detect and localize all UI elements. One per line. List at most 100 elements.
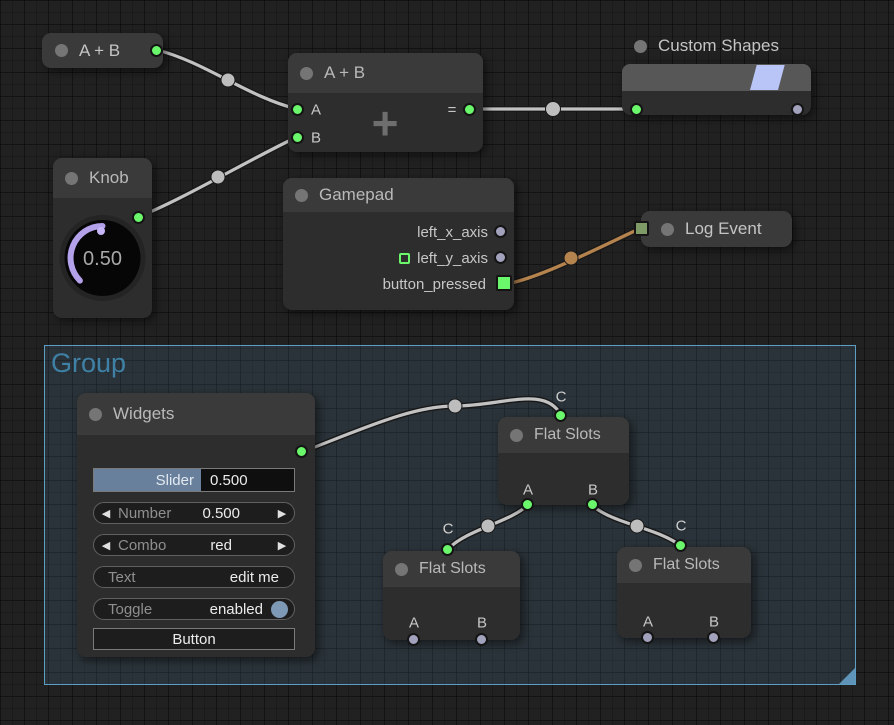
output-label-b: B bbox=[588, 482, 598, 499]
input-slot-c[interactable] bbox=[441, 543, 454, 556]
node-knob[interactable]: Knob 0.50 bbox=[53, 158, 152, 318]
output-slot[interactable] bbox=[150, 44, 163, 57]
input-label-c: C bbox=[676, 518, 687, 535]
output-slot-a[interactable] bbox=[521, 498, 534, 511]
output-slot[interactable] bbox=[494, 251, 507, 264]
output-slot[interactable] bbox=[463, 103, 476, 116]
output-slot[interactable] bbox=[791, 103, 804, 116]
node-add[interactable]: A + B A B + = bbox=[288, 53, 483, 152]
node-flat-slots-top[interactable]: Flat Slots A B bbox=[498, 417, 629, 505]
knob-marker-icon bbox=[97, 227, 105, 235]
number-widget[interactable]: ◀ Number 0.500 ▶ bbox=[93, 502, 295, 524]
text-widget[interactable]: Text edit me bbox=[93, 566, 295, 588]
collapse-toggle-icon[interactable] bbox=[629, 559, 642, 572]
node-title: Knob bbox=[89, 168, 129, 188]
wire-gamepad-to-logevent[interactable] bbox=[506, 229, 639, 284]
input-label-c: C bbox=[556, 389, 567, 406]
parallelogram-shape-icon bbox=[750, 65, 785, 90]
output-slot-b[interactable] bbox=[475, 633, 488, 646]
output-label-b: B bbox=[709, 614, 719, 631]
collapse-toggle-icon[interactable] bbox=[661, 223, 674, 236]
slider-fill[interactable]: Slider bbox=[94, 469, 201, 491]
output-slot[interactable] bbox=[494, 225, 507, 238]
node-gamepad[interactable]: Gamepad left_x_axis left_y_axis button_p… bbox=[283, 178, 514, 310]
node-title: Widgets bbox=[113, 404, 174, 424]
node-title: Flat Slots bbox=[534, 426, 601, 444]
wire-reroute-dot[interactable] bbox=[211, 170, 225, 184]
node-flat-slots-right[interactable]: Flat Slots A B bbox=[617, 547, 751, 638]
toggle-widget[interactable]: Toggle enabled bbox=[93, 598, 295, 620]
slider-label: Slider bbox=[156, 472, 194, 489]
node-custom-shapes[interactable] bbox=[622, 64, 811, 115]
output-label-a: A bbox=[643, 614, 653, 631]
event-output-slot[interactable] bbox=[496, 275, 512, 291]
output-label-a: A bbox=[409, 615, 419, 632]
collapse-toggle-icon[interactable] bbox=[295, 189, 308, 202]
output-label-a: A bbox=[523, 482, 533, 499]
output-label-left-y-axis: left_y_axis bbox=[417, 250, 488, 267]
collapse-toggle-icon[interactable] bbox=[634, 40, 647, 53]
number-label: Number bbox=[118, 505, 202, 522]
combo-label: Combo bbox=[118, 537, 210, 554]
next-option-arrow-icon[interactable]: ▶ bbox=[270, 539, 294, 552]
button-label: Button bbox=[172, 631, 215, 648]
collapse-toggle-icon[interactable] bbox=[65, 172, 78, 185]
node-widgets[interactable]: Widgets Slider 0.500 ◀ Number 0.500 ▶ ◀ … bbox=[77, 393, 315, 657]
output-label-left-x-axis: left_x_axis bbox=[417, 224, 488, 241]
input-slot-c[interactable] bbox=[674, 539, 687, 552]
group-resize-handle-icon[interactable] bbox=[839, 668, 855, 684]
input-slot-b[interactable] bbox=[291, 131, 304, 144]
number-value: 0.500 bbox=[202, 505, 240, 522]
input-label-c: C bbox=[443, 521, 454, 538]
collapse-toggle-icon[interactable] bbox=[300, 67, 313, 80]
input-slot[interactable] bbox=[630, 103, 643, 116]
input-slot-c[interactable] bbox=[554, 409, 567, 422]
node-custom-shapes-title[interactable]: Custom Shapes bbox=[634, 36, 779, 56]
event-input-slot[interactable] bbox=[634, 221, 649, 236]
node-title: Gamepad bbox=[319, 185, 394, 205]
node-title: Custom Shapes bbox=[658, 36, 779, 56]
node-title: Flat Slots bbox=[653, 556, 720, 574]
input-label-a: A bbox=[311, 102, 321, 119]
checkbox-icon[interactable] bbox=[399, 253, 410, 264]
text-value[interactable]: edit me bbox=[230, 569, 294, 586]
node-title: Log Event bbox=[685, 219, 762, 239]
knob-value: 0.50 bbox=[83, 248, 122, 270]
prev-option-arrow-icon[interactable]: ◀ bbox=[94, 539, 118, 552]
text-label: Text bbox=[94, 569, 230, 586]
collapse-toggle-icon[interactable] bbox=[395, 563, 408, 576]
node-title: A + B bbox=[79, 41, 120, 61]
output-slot[interactable] bbox=[295, 445, 308, 458]
wire-reroute-dot[interactable] bbox=[564, 251, 578, 265]
decrement-arrow-icon[interactable]: ◀ bbox=[94, 507, 118, 520]
collapse-toggle-icon[interactable] bbox=[510, 429, 523, 442]
node-graph-canvas[interactable]: Group bbox=[0, 0, 894, 725]
output-label-b: B bbox=[477, 615, 487, 632]
output-slot[interactable] bbox=[132, 211, 145, 224]
node-log-event[interactable]: Log Event bbox=[641, 211, 792, 247]
wire-addcollapsed-to-a[interactable] bbox=[157, 50, 297, 109]
slider-value: 0.500 bbox=[201, 469, 294, 491]
plus-operator-icon: + bbox=[372, 96, 399, 150]
combo-value: red bbox=[210, 537, 232, 554]
slider-widget[interactable]: Slider 0.500 bbox=[93, 468, 295, 492]
button-widget[interactable]: Button bbox=[93, 628, 295, 650]
node-title: Flat Slots bbox=[419, 560, 486, 578]
output-slot-a[interactable] bbox=[641, 631, 654, 644]
node-flat-slots-left[interactable]: Flat Slots A B bbox=[383, 551, 520, 640]
wire-reroute-dot[interactable] bbox=[546, 102, 561, 117]
increment-arrow-icon[interactable]: ▶ bbox=[270, 507, 294, 520]
input-slot-a[interactable] bbox=[291, 103, 304, 116]
output-slot-a[interactable] bbox=[407, 633, 420, 646]
node-add-collapsed[interactable]: A + B bbox=[42, 33, 163, 68]
wire-reroute-dot[interactable] bbox=[221, 73, 235, 87]
output-slot-b[interactable] bbox=[586, 498, 599, 511]
toggle-knob-icon[interactable] bbox=[271, 601, 288, 618]
collapse-toggle-icon[interactable] bbox=[89, 408, 102, 421]
shape-widget-strip bbox=[622, 64, 811, 91]
toggle-value: enabled bbox=[210, 601, 263, 618]
collapse-toggle-icon[interactable] bbox=[55, 44, 68, 57]
output-slot-b[interactable] bbox=[707, 631, 720, 644]
combo-widget[interactable]: ◀ Combo red ▶ bbox=[93, 534, 295, 556]
wire-knob-to-b[interactable] bbox=[138, 137, 297, 217]
